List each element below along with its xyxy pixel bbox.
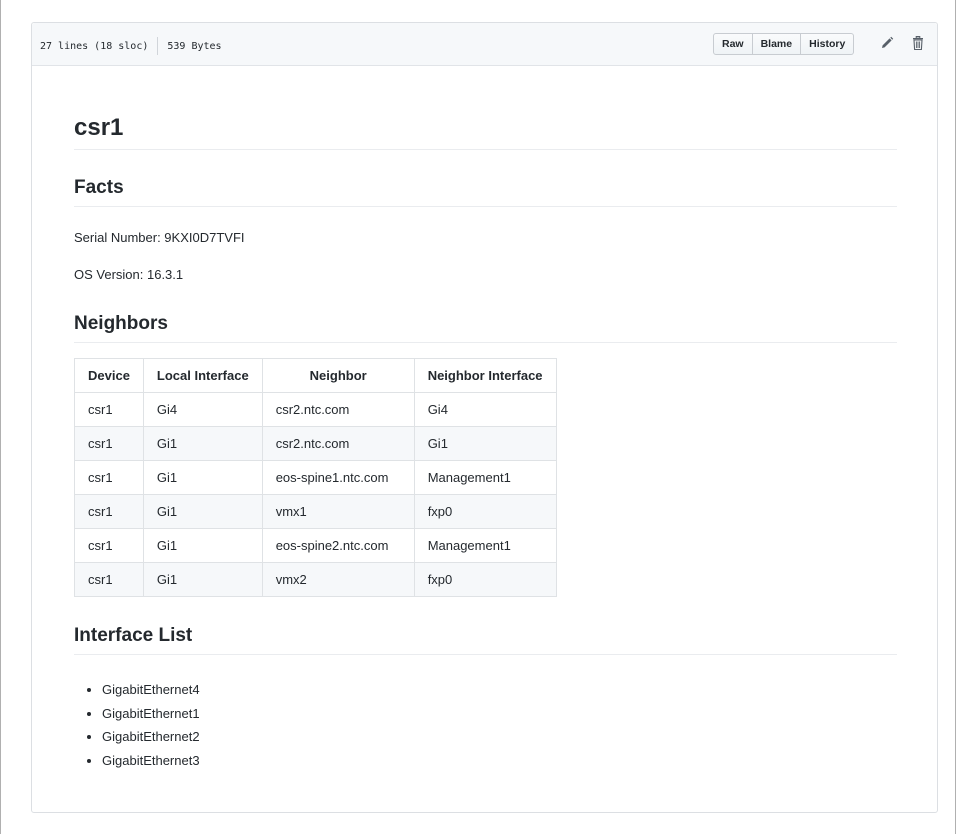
serial-number-text: Serial Number: 9KXI0D7TVFI	[74, 230, 245, 245]
table-cell: Gi1	[413, 426, 557, 461]
table-cell: Gi4	[413, 392, 557, 427]
file-info-divider	[157, 37, 159, 55]
table-row: csr1 Gi1 eos-spine1.ntc.com Management1	[74, 460, 557, 495]
table-row: csr1 Gi1 vmx1 fxp0	[74, 494, 557, 529]
file-box: 27 lines (18 sloc) 539 Bytes Raw Blame H…	[31, 22, 938, 813]
file-size: 539 Bytes	[167, 40, 222, 52]
list-item: GigabitEthernet1	[102, 702, 200, 726]
table-cell: csr2.ntc.com	[261, 392, 415, 427]
trash-icon[interactable]	[912, 36, 926, 51]
column-header: Local Interface	[142, 358, 263, 393]
table-cell: csr1	[74, 528, 144, 563]
column-header: Neighbor Interface	[413, 358, 557, 393]
table-row: csr1 Gi1 csr2.ntc.com Gi1	[74, 426, 557, 461]
table-cell: Gi4	[142, 392, 263, 427]
window-border-left	[0, 0, 1, 834]
facts-heading: Facts	[74, 176, 897, 207]
table-cell: Management1	[413, 528, 557, 563]
table-cell: Gi1	[142, 494, 263, 529]
table-cell: eos-spine1.ntc.com	[261, 460, 415, 495]
line-count: 27 lines (18 sloc)	[40, 40, 149, 52]
table-row: csr1 Gi4 csr2.ntc.com Gi4	[74, 392, 557, 427]
table-cell: Gi1	[142, 426, 263, 461]
table-cell: Management1	[413, 460, 557, 495]
doc-title: csr1	[74, 113, 897, 150]
table-cell: Gi1	[142, 528, 263, 563]
table-cell: fxp0	[413, 494, 557, 529]
file-actions: Raw Blame History	[713, 33, 855, 55]
table-cell: Gi1	[142, 562, 263, 597]
table-cell: fxp0	[413, 562, 557, 597]
table-cell: csr2.ntc.com	[261, 426, 415, 461]
interface-list-heading: Interface List	[74, 624, 897, 655]
file-header: 27 lines (18 sloc) 539 Bytes Raw Blame H…	[32, 23, 937, 66]
raw-button[interactable]: Raw	[713, 33, 753, 55]
table-cell: csr1	[74, 460, 144, 495]
neighbors-heading: Neighbors	[74, 312, 897, 343]
list-item: GigabitEthernet4	[102, 678, 200, 702]
window-border-right	[955, 0, 956, 834]
table-cell: csr1	[74, 426, 144, 461]
os-version-text: OS Version: 16.3.1	[74, 267, 184, 282]
table-cell: vmx2	[261, 562, 415, 597]
table-row: csr1 Gi1 vmx2 fxp0	[74, 562, 557, 597]
table-cell: csr1	[74, 494, 144, 529]
file-info: 27 lines (18 sloc) 539 Bytes	[40, 37, 222, 55]
table-cell: vmx1	[261, 494, 415, 529]
column-header: Neighbor	[261, 358, 415, 393]
history-button[interactable]: History	[801, 33, 855, 55]
blame-button[interactable]: Blame	[752, 33, 802, 55]
table-cell: csr1	[74, 562, 144, 597]
table-header-row: Device Local Interface Neighbor Neighbor…	[74, 358, 557, 393]
list-item: GigabitEthernet3	[102, 749, 200, 773]
table-cell: csr1	[74, 392, 144, 427]
column-header: Device	[74, 358, 144, 393]
table-cell: Gi1	[142, 460, 263, 495]
table-row: csr1 Gi1 eos-spine2.ntc.com Management1	[74, 528, 557, 563]
neighbors-table: Device Local Interface Neighbor Neighbor…	[74, 358, 557, 597]
table-cell: eos-spine2.ntc.com	[261, 528, 415, 563]
list-item: GigabitEthernet2	[102, 725, 200, 749]
interface-list: GigabitEthernet4 GigabitEthernet1 Gigabi…	[74, 678, 200, 772]
pencil-icon[interactable]	[880, 36, 894, 50]
